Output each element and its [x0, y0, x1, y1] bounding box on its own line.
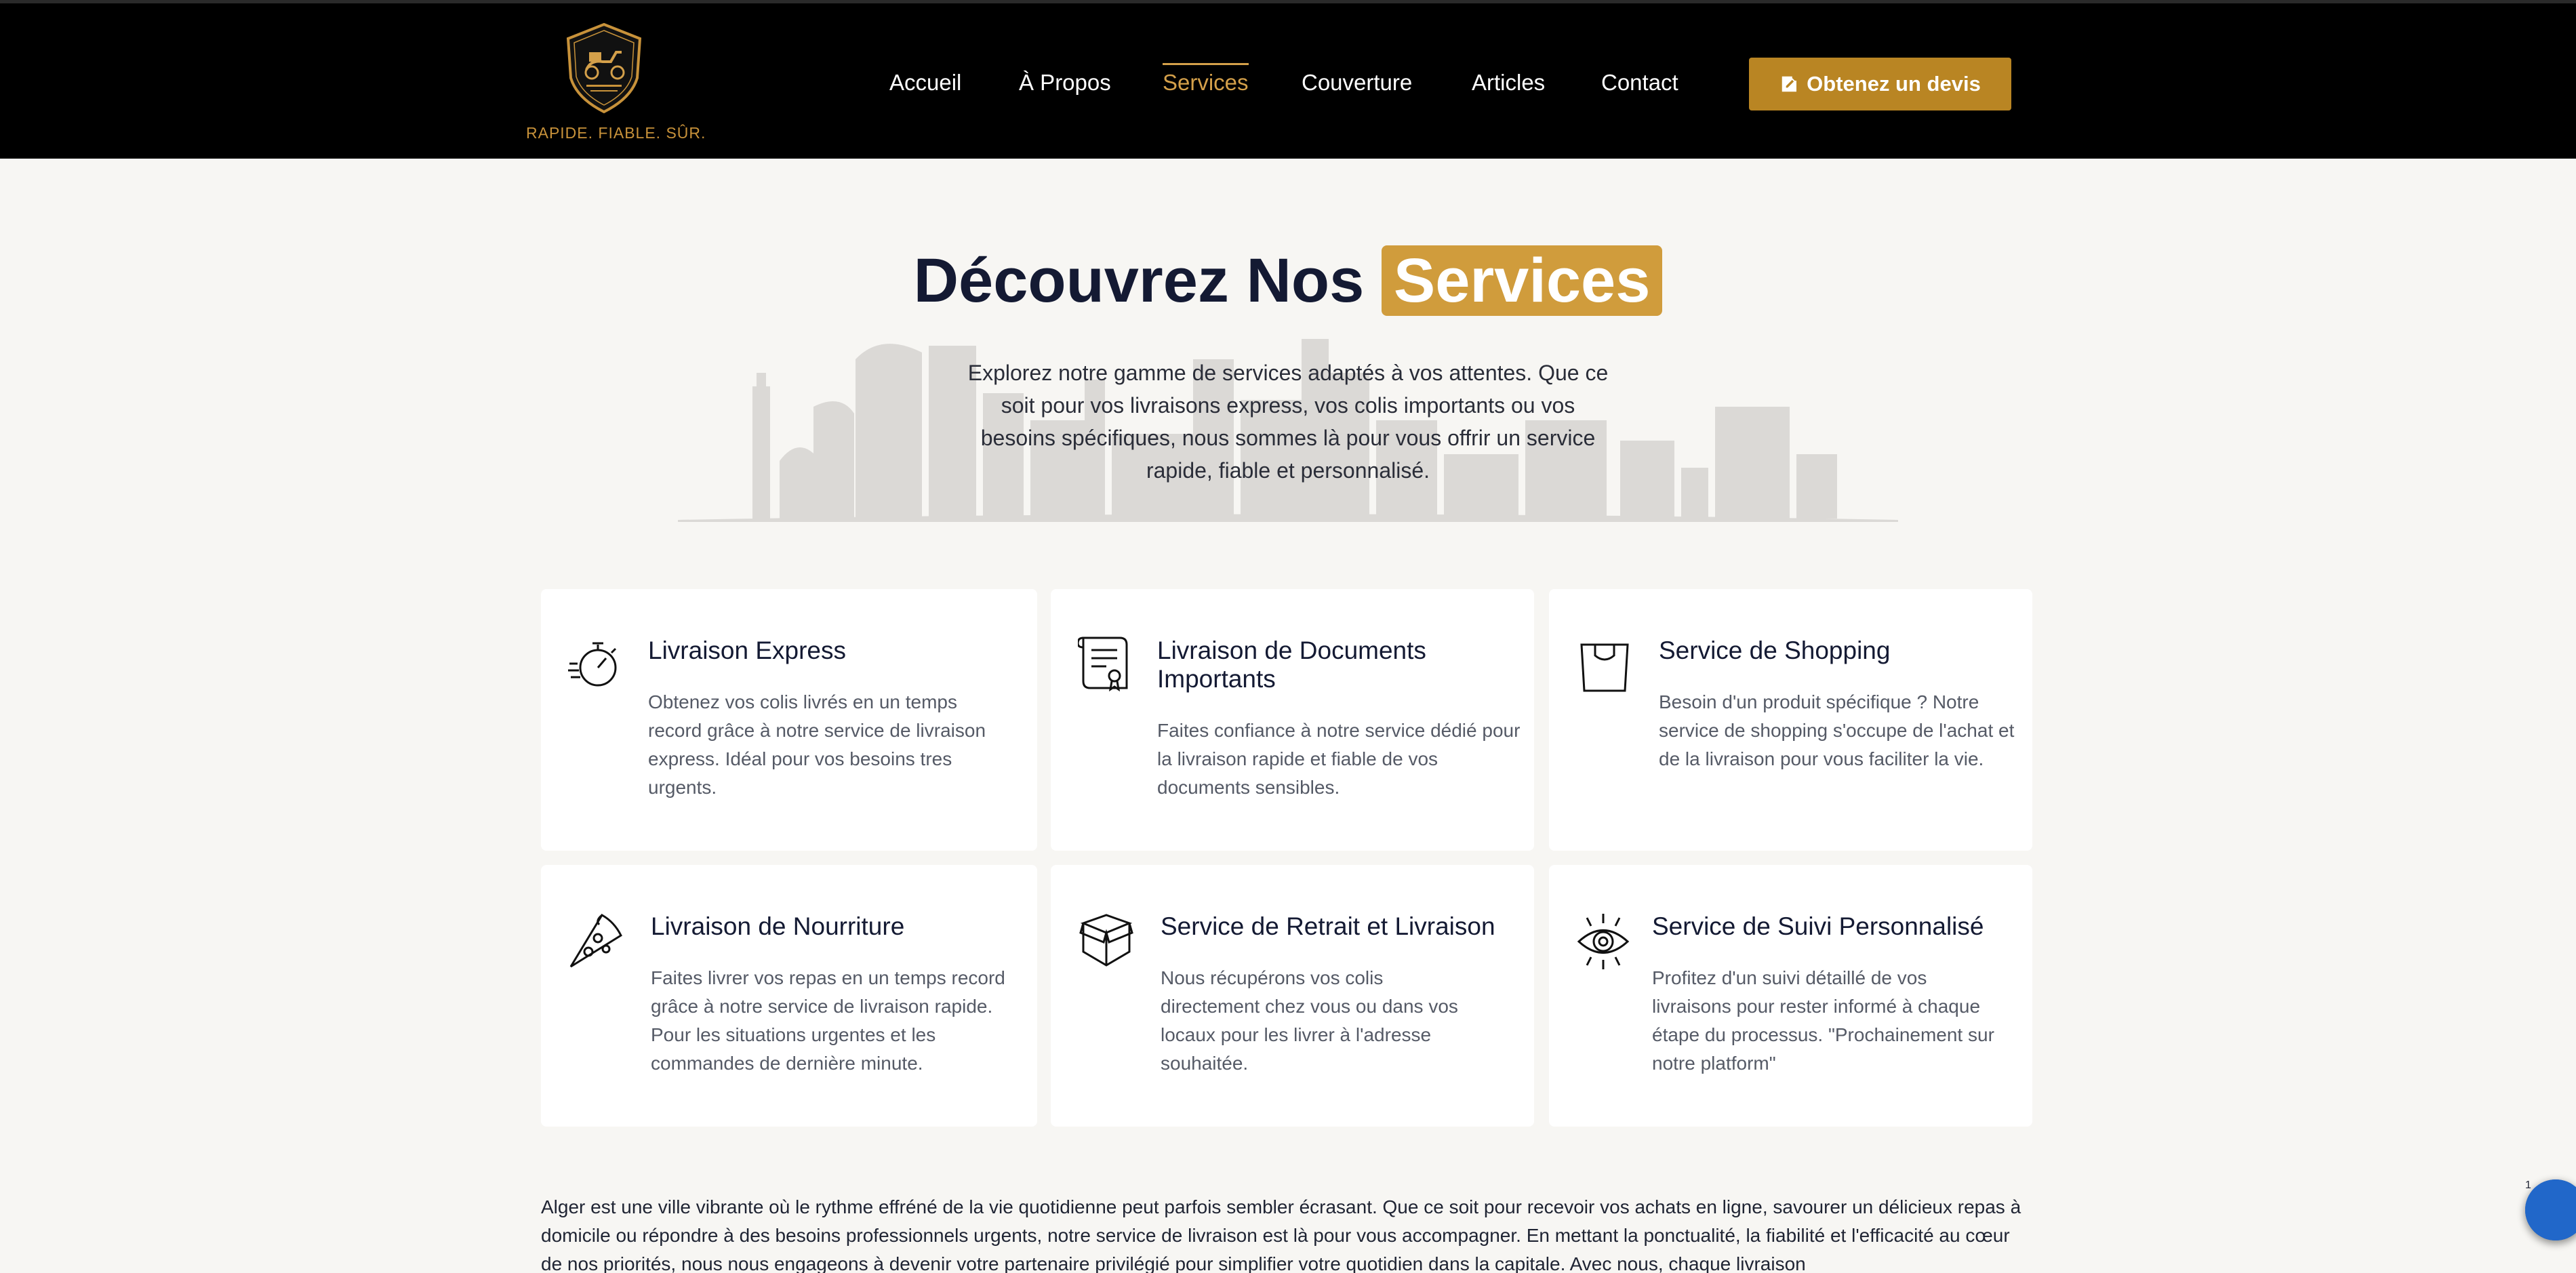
service-card-pickup[interactable]: Service de Retrait et Livraison Nous réc…	[1051, 865, 1534, 1127]
shield-logo-icon	[566, 22, 642, 114]
site-header: RAPIDE. FIABLE. SÛR. Accueil À Propos Se…	[0, 0, 2576, 159]
service-card-express[interactable]: Livraison Express Obtenez vos colis livr…	[541, 589, 1037, 851]
about-paragraph: Alger est une ville vibrante où le rythm…	[541, 1196, 2021, 1273]
nav-services[interactable]: Services	[1163, 63, 1249, 96]
nav-contact[interactable]: Contact	[1601, 70, 1678, 96]
nav-a-propos[interactable]: À Propos	[1019, 70, 1111, 96]
box-icon	[1079, 912, 1133, 971]
brand-tagline: RAPIDE. FIABLE. SÛR.	[526, 124, 706, 142]
service-title: Livraison de Nourriture	[651, 912, 905, 940]
get-quote-label: Obtenez un devis	[1807, 72, 1981, 96]
service-card-food[interactable]: Livraison de Nourriture Faites livrer vo…	[541, 865, 1037, 1127]
page-title: Découvrez Nos Services	[0, 245, 2576, 317]
edit-note-icon	[1782, 76, 1797, 92]
service-title: Service de Shopping	[1659, 636, 1891, 664]
service-card-documents[interactable]: Livraison de Documents Importants Faites…	[1051, 589, 1534, 851]
page-title-plain: Découvrez Nos	[913, 246, 1365, 315]
service-description: Faites confiance à notre service dédié p…	[1157, 720, 1521, 798]
page-title-highlight: Services	[1381, 245, 1663, 316]
brand-logo[interactable]: RAPIDE. FIABLE. SÛR.	[526, 22, 706, 148]
service-card-tracking[interactable]: Service de Suivi Personnalisé Profitez d…	[1549, 865, 2032, 1127]
service-title: Livraison Express	[648, 636, 847, 664]
service-description: Obtenez vos colis livrés en un temps rec…	[648, 691, 986, 798]
service-title: Livraison de Documents Importants	[1157, 636, 1426, 693]
service-description: Profitez d'un suivi détaillé de vos livr…	[1652, 967, 1994, 1074]
nav-accueil[interactable]: Accueil	[889, 70, 961, 96]
service-title: Service de Retrait et Livraison	[1161, 912, 1495, 940]
hero-description: Explorez notre gamme de services adaptés…	[967, 361, 1609, 483]
pizza-icon	[568, 912, 622, 971]
shopping-bag-icon	[1577, 636, 1632, 695]
nav-articles[interactable]: Articles	[1472, 70, 1545, 96]
service-title: Service de Suivi Personnalisé	[1652, 912, 1984, 940]
nav-couverture[interactable]: Couverture	[1302, 70, 1412, 96]
notification-badge: 1	[2525, 1179, 2576, 1240]
service-description: Faites livrer vos repas en un temps reco…	[651, 967, 1005, 1074]
service-card-shopping[interactable]: Service de Shopping Besoin d'un produit …	[1549, 589, 2032, 851]
document-icon	[1076, 635, 1132, 693]
service-description: Besoin d'un produit spécifique ? Notre s…	[1659, 691, 2015, 769]
stopwatch-icon	[567, 635, 621, 693]
get-quote-button[interactable]: Obtenez un devis	[1749, 58, 2011, 110]
eye-icon	[1576, 912, 1630, 971]
service-description: Nous récupérons vos colis directement ch…	[1161, 967, 1458, 1074]
